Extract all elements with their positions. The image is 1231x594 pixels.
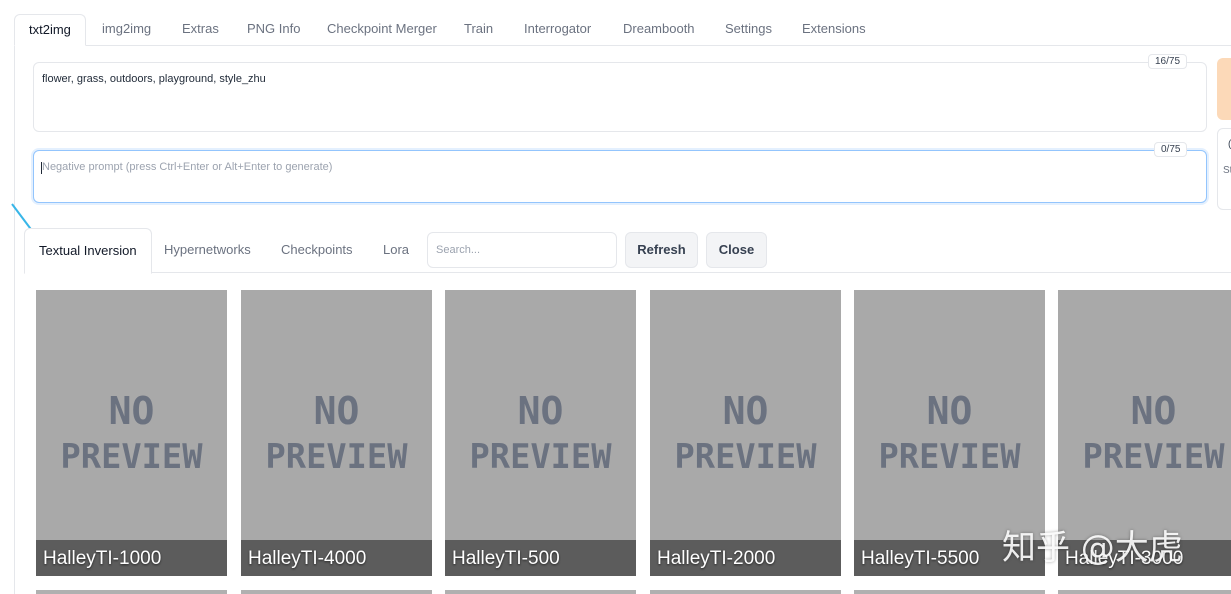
negative-prompt-placeholder: Negative prompt (press Ctrl+Enter or Alt… <box>42 161 333 173</box>
main-tab-bar: txt2img img2img Extras PNG Info Checkpoi… <box>0 0 1231 46</box>
tab-hypernetworks[interactable]: Hypernetworks <box>150 228 265 273</box>
tab-checkpoint-merger[interactable]: Checkpoint Merger <box>313 14 451 46</box>
styles-panel: ( St <box>1217 128 1231 210</box>
no-preview-text-line2: PREVIEW <box>61 437 204 477</box>
tab-png-info[interactable]: PNG Info <box>233 14 314 46</box>
prompt-textarea[interactable]: flower, grass, outdoors, playground, sty… <box>33 62 1207 132</box>
no-preview-text-line2: PREVIEW <box>675 437 818 477</box>
no-preview-text-line1: NO <box>927 389 973 433</box>
watermark: 知乎 @大虎 <box>1002 528 1183 568</box>
no-preview-image: NOPREVIEW <box>266 389 409 477</box>
next-row-card[interactable] <box>36 590 227 594</box>
no-preview-text-line1: NO <box>109 389 155 433</box>
no-preview-text-line2: PREVIEW <box>470 437 613 477</box>
card-name: HalleyTI-1000 <box>43 548 162 569</box>
next-row-card[interactable] <box>241 590 432 594</box>
card-name: HalleyTI-4000 <box>248 548 367 569</box>
next-row-card[interactable] <box>1058 590 1231 594</box>
tab-extras[interactable]: Extras <box>168 14 233 46</box>
no-preview-image: NOPREVIEW <box>879 389 1022 477</box>
no-preview-text-line1: NO <box>518 389 564 433</box>
textual-inversion-card[interactable]: NO PREVIEW HalleyTI-4000 <box>241 290 432 576</box>
textual-inversion-card[interactable]: NO PREVIEW HalleyTI-500 <box>445 290 636 576</box>
tab-txt2img[interactable]: txt2img <box>14 14 86 46</box>
textual-inversion-card[interactable]: NO PREVIEW HalleyTI-2000 <box>650 290 841 576</box>
generate-button[interactable] <box>1217 58 1231 120</box>
negative-prompt-textarea[interactable]: Negative prompt (press Ctrl+Enter or Alt… <box>33 150 1207 203</box>
card-name: HalleyTI-500 <box>452 548 560 569</box>
prompt-token-counter: 16/75 <box>1148 54 1188 69</box>
card-name: HalleyTI-5500 <box>861 548 980 569</box>
negative-prompt-token-counter: 0/75 <box>1154 142 1188 157</box>
refresh-button[interactable]: Refresh <box>625 232 698 268</box>
no-preview-text-line1: NO <box>1131 389 1177 433</box>
next-row-card[interactable] <box>854 590 1045 594</box>
card-name: HalleyTI-2000 <box>657 548 776 569</box>
tab-train[interactable]: Train <box>450 14 507 46</box>
styles-label-fragment: St <box>1223 165 1231 176</box>
tab-textual-inversion[interactable]: Textual Inversion <box>24 228 152 274</box>
no-preview-text-line1: NO <box>314 389 360 433</box>
prompt-text: flower, grass, outdoors, playground, sty… <box>42 73 266 85</box>
close-button[interactable]: Close <box>706 232 767 268</box>
no-preview-image: NOPREVIEW <box>675 389 818 477</box>
no-preview-text-line2: PREVIEW <box>266 437 409 477</box>
tab-checkpoints[interactable]: Checkpoints <box>267 228 367 273</box>
no-preview-text-line2: PREVIEW <box>1083 437 1226 477</box>
textual-inversion-card[interactable]: NO PREVIEW HalleyTI-1000 <box>36 290 227 576</box>
no-preview-image: NOPREVIEW <box>61 389 204 477</box>
next-row-card[interactable] <box>445 590 636 594</box>
search-input[interactable] <box>427 232 617 268</box>
tab-settings[interactable]: Settings <box>711 14 786 46</box>
no-preview-image: NOPREVIEW <box>1083 389 1226 477</box>
tab-img2img[interactable]: img2img <box>88 14 165 46</box>
tab-interrogator[interactable]: Interrogator <box>510 14 605 46</box>
no-preview-text-line1: NO <box>723 389 769 433</box>
tab-extensions[interactable]: Extensions <box>788 14 880 46</box>
next-row-card[interactable] <box>650 590 841 594</box>
panel-border <box>14 46 15 594</box>
tab-lora[interactable]: Lora <box>369 228 423 273</box>
no-preview-text-line2: PREVIEW <box>879 437 1022 477</box>
tab-dreambooth[interactable]: Dreambooth <box>609 14 709 46</box>
no-preview-image: NOPREVIEW <box>470 389 613 477</box>
